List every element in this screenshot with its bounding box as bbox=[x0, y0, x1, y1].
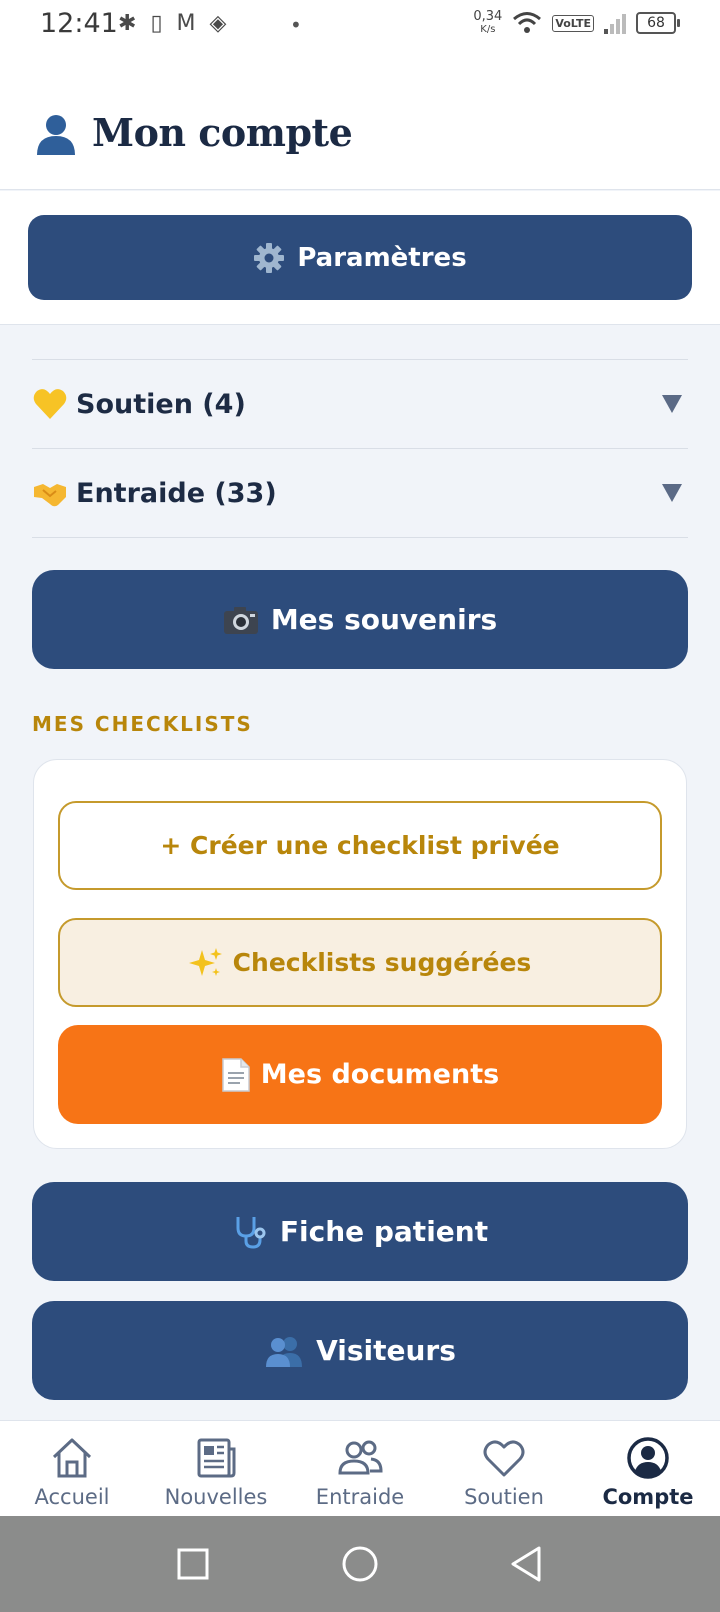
accordion-soutien-label: Soutien (4) bbox=[76, 388, 246, 420]
home-icon bbox=[52, 1438, 92, 1478]
nav-item-accueil[interactable]: Accueil bbox=[0, 1421, 144, 1516]
souvenirs-button[interactable]: Mes souvenirs bbox=[32, 570, 688, 669]
gmail-icon: M bbox=[176, 11, 196, 36]
phone-icon: ▯ bbox=[150, 11, 163, 36]
bottom-navigation: Accueil Nouvelles Entraide Soutien Compt… bbox=[0, 1420, 720, 1516]
app-icon: ◈ bbox=[209, 11, 227, 36]
page-title: Mon compte bbox=[92, 110, 353, 155]
network-speed-value: 0,34 bbox=[473, 9, 503, 24]
nav-label-accueil: Accueil bbox=[34, 1485, 110, 1509]
document-icon bbox=[222, 1057, 250, 1092]
nav-item-soutien[interactable]: Soutien bbox=[432, 1421, 576, 1516]
heart-icon bbox=[483, 1440, 525, 1477]
create-checklist-label: + Créer une checklist privée bbox=[160, 831, 560, 860]
handshake-icon bbox=[34, 484, 66, 507]
people-icon bbox=[338, 1440, 383, 1475]
fiche-patient-label: Fiche patient bbox=[279, 1215, 489, 1248]
sparkles-icon bbox=[188, 947, 222, 976]
battery-icon: 68 bbox=[636, 12, 680, 34]
status-notification-icons: ✱ ▯ M ◈ bbox=[118, 10, 226, 38]
settings-label: Paramètres bbox=[297, 242, 467, 273]
souvenirs-label: Mes souvenirs bbox=[270, 603, 498, 636]
accordion-entraide-label: Entraide (33) bbox=[76, 477, 277, 509]
nav-label-nouvelles: Nouvelles bbox=[164, 1485, 268, 1509]
account-icon bbox=[627, 1437, 669, 1479]
checklists-card: + Créer une checklist privée Checklists … bbox=[33, 759, 687, 1149]
chevron-down-icon bbox=[662, 484, 682, 502]
network-speed-unit: K/s bbox=[480, 24, 496, 35]
nav-label-soutien: Soutien bbox=[464, 1485, 544, 1509]
camera-icon bbox=[223, 606, 258, 634]
news-icon bbox=[197, 1438, 236, 1478]
recents-icon[interactable] bbox=[169, 1540, 217, 1588]
status-time: 12:41 bbox=[40, 8, 118, 39]
back-icon[interactable] bbox=[503, 1540, 551, 1588]
checklists-section-title: MES CHECKLISTS bbox=[32, 712, 253, 736]
suggested-checklists-label: Checklists suggérées bbox=[232, 948, 532, 977]
accordion-soutien[interactable]: Soutien (4) bbox=[32, 360, 688, 449]
accordion-entraide[interactable]: Entraide (33) bbox=[32, 449, 688, 538]
wifi-icon bbox=[513, 12, 542, 33]
nav-label-entraide: Entraide bbox=[315, 1485, 405, 1509]
visiteurs-button[interactable]: Visiteurs bbox=[32, 1301, 688, 1400]
nav-label-compte: Compte bbox=[602, 1485, 694, 1509]
visiteurs-label: Visiteurs bbox=[316, 1334, 456, 1367]
user-icon bbox=[37, 115, 75, 155]
stethoscope-icon bbox=[236, 1216, 266, 1249]
chevron-down-icon bbox=[662, 395, 682, 413]
volte-badge: VoLTE bbox=[552, 14, 594, 32]
fiche-patient-button[interactable]: Fiche patient bbox=[32, 1182, 688, 1281]
settings-button[interactable]: Paramètres bbox=[28, 215, 692, 300]
documents-label: Mes documents bbox=[260, 1059, 500, 1090]
home-button-icon[interactable] bbox=[336, 1540, 384, 1588]
system-navigation-bar bbox=[0, 1516, 720, 1612]
suggested-checklists-button[interactable]: Checklists suggérées bbox=[58, 918, 662, 1007]
gear-icon bbox=[254, 242, 285, 273]
create-checklist-button[interactable]: + Créer une checklist privée bbox=[58, 801, 662, 890]
yellow-heart-icon bbox=[33, 389, 67, 419]
status-right: 0,34 K/s VoLTE 68 bbox=[473, 10, 680, 36]
bluetooth-icon: ✱ bbox=[118, 11, 137, 36]
more-notifications-dot: • bbox=[290, 13, 302, 37]
status-bar: 12:41 ✱ ▯ M ◈ • 0,34 K/s VoLTE 68 bbox=[0, 0, 720, 54]
nav-item-entraide[interactable]: Entraide bbox=[288, 1421, 432, 1516]
page-header: Mon compte bbox=[0, 54, 720, 190]
nav-item-compte[interactable]: Compte bbox=[576, 1421, 720, 1516]
settings-bar: Paramètres bbox=[0, 191, 720, 325]
documents-button[interactable]: Mes documents bbox=[58, 1025, 662, 1124]
network-speed: 0,34 K/s bbox=[473, 10, 502, 36]
signal-icon bbox=[604, 12, 626, 34]
nav-item-nouvelles[interactable]: Nouvelles bbox=[144, 1421, 288, 1516]
visitors-icon bbox=[266, 1336, 303, 1367]
